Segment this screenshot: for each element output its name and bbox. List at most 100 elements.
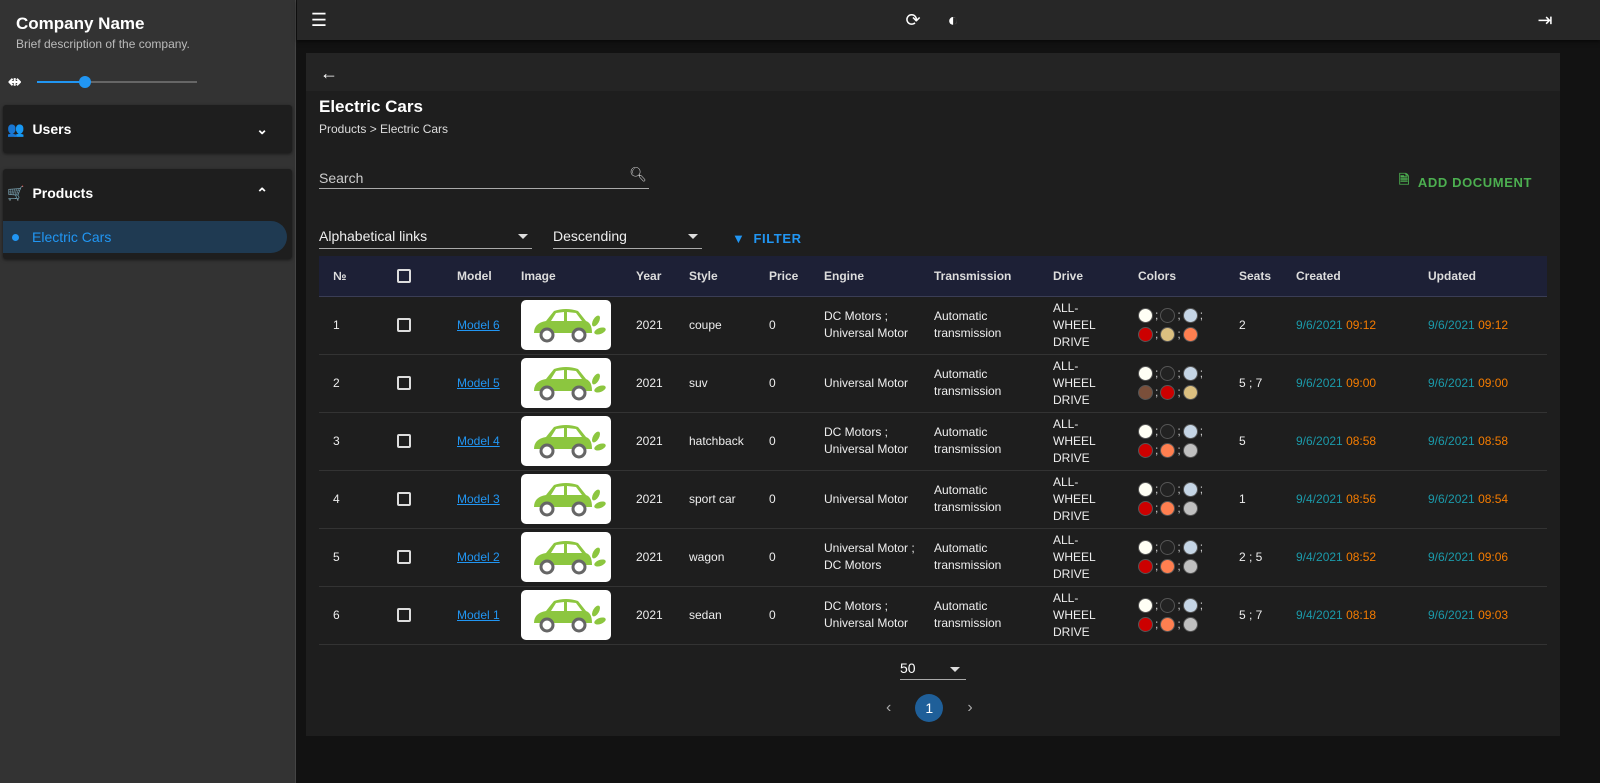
- search-input[interactable]: Search 🔍︎: [319, 166, 649, 189]
- updated-date: 9/6/2021: [1428, 433, 1475, 448]
- style-cell: wagon: [675, 528, 755, 587]
- created-time: 08:18: [1346, 607, 1377, 622]
- row-checkbox[interactable]: [397, 434, 411, 449]
- table-row[interactable]: 3 Model 4 2021 hatchback 0 DC Motors ; U…: [319, 412, 1547, 471]
- engine-cell: Universal Motor: [810, 354, 920, 413]
- table-row[interactable]: 6 Model 1 2021 sedan 0 DC Motors ; Unive…: [319, 586, 1547, 645]
- resize-icon: ⇹: [8, 74, 22, 91]
- brand: Company Name Brief description of the co…: [16, 14, 190, 51]
- sidebar-section-products[interactable]: 🛒 Products ⌃ Electric Cars: [3, 169, 292, 259]
- color-swatch: [1138, 424, 1153, 440]
- color-swatch: [1160, 385, 1176, 401]
- car-image: [521, 416, 611, 466]
- created-time: 08:52: [1346, 549, 1377, 564]
- model-link[interactable]: Model 2: [457, 550, 500, 564]
- sidebar-section-users[interactable]: 👥 Users ⌄: [3, 105, 292, 153]
- model-link[interactable]: Model 1: [457, 608, 500, 622]
- created-date: 9/4/2021: [1296, 491, 1343, 506]
- row-checkbox[interactable]: [397, 550, 411, 565]
- column-header: Created: [1296, 268, 1341, 283]
- model-link[interactable]: Model 4: [457, 434, 500, 448]
- add-document-button[interactable]: 🗎 ADD DOCUMENT: [1399, 171, 1532, 193]
- seats-cell: 1: [1225, 470, 1282, 529]
- style-cell: hatchback: [675, 412, 755, 471]
- slider-handle[interactable]: [79, 76, 92, 88]
- model-link[interactable]: Model 3: [457, 492, 500, 506]
- topbar: ☰ ⟳ ◐ ⇥: [297, 0, 1600, 40]
- logout-icon[interactable]: ⇥: [1535, 10, 1555, 30]
- chevron-down-icon[interactable]: ⌄: [256, 121, 268, 138]
- created-date: 9/6/2021: [1296, 375, 1343, 390]
- content-card: ← Electric Cars Products > Electric Cars…: [306, 53, 1560, 736]
- row-checkbox[interactable]: [397, 318, 411, 333]
- color-swatch: [1182, 559, 1198, 575]
- style-cell: suv: [675, 354, 755, 413]
- company-description: Brief description of the company.: [16, 37, 190, 51]
- drive-cell: ALL-WHEEL DRIVE: [1039, 354, 1124, 413]
- updated-cell: 9/6/2021 08:58: [1414, 412, 1547, 471]
- next-page-icon[interactable]: ›: [967, 699, 972, 717]
- updated-date: 9/6/2021: [1428, 549, 1475, 564]
- price-cell: 0: [755, 528, 810, 587]
- row-number: 6: [319, 586, 383, 645]
- filter-button[interactable]: ▼ FILTER: [732, 231, 802, 246]
- model-link[interactable]: Model 5: [457, 376, 500, 390]
- color-swatch: [1160, 327, 1176, 343]
- table-row[interactable]: 4 Model 3 2021 sport car 0 Universal Mot…: [319, 470, 1547, 529]
- color-swatch: [1160, 482, 1176, 498]
- color-swatch: [1160, 501, 1176, 517]
- sort-order-select[interactable]: Descending: [553, 228, 702, 249]
- row-checkbox[interactable]: [397, 492, 411, 507]
- color-swatch: [1182, 424, 1198, 440]
- color-swatch: [1182, 327, 1198, 343]
- dropdown-arrow-icon: [688, 234, 698, 239]
- pagination: ‹ 1 ›: [886, 694, 973, 722]
- updated-time: 09:12: [1478, 317, 1509, 332]
- prev-page-icon[interactable]: ‹: [886, 699, 891, 717]
- page-size-select[interactable]: 50: [900, 660, 966, 680]
- color-swatch: [1182, 482, 1198, 498]
- brightness-icon[interactable]: ◐: [943, 10, 963, 30]
- seats-cell: 5: [1225, 412, 1282, 471]
- chevron-up-icon[interactable]: ⌃: [256, 185, 268, 202]
- table-row[interactable]: 1 Model 6 2021 coupe 0 DC Motors ; Unive…: [319, 296, 1547, 355]
- car-icon: [534, 367, 606, 401]
- table-row[interactable]: 5 Model 2 2021 wagon 0 Universal Motor ;…: [319, 528, 1547, 587]
- car-icon: [534, 425, 606, 459]
- back-arrow-icon[interactable]: ←: [319, 63, 339, 83]
- row-checkbox[interactable]: [397, 608, 411, 623]
- sidebar: Company Name Brief description of the co…: [0, 0, 296, 783]
- column-header: Image: [521, 268, 556, 283]
- row-checkbox[interactable]: [397, 376, 411, 391]
- created-cell: 9/6/2021 08:58: [1282, 412, 1414, 471]
- updated-cell: 9/6/2021 09:00: [1414, 354, 1547, 413]
- search-icon[interactable]: 🔍︎: [629, 166, 647, 183]
- color-swatch: [1138, 501, 1153, 517]
- car-image: [521, 474, 611, 524]
- color-swatch: [1138, 308, 1153, 324]
- page-button[interactable]: 1: [915, 694, 944, 722]
- search-placeholder: Search: [319, 170, 364, 186]
- row-number: 1: [319, 296, 383, 355]
- column-header: Updated: [1428, 268, 1476, 283]
- refresh-icon[interactable]: ⟳: [903, 10, 923, 30]
- color-swatch: [1160, 559, 1176, 575]
- column-header: [383, 256, 443, 296]
- select-all-checkbox[interactable]: [397, 269, 411, 284]
- year-cell: 2021: [622, 354, 675, 413]
- column-header: Price: [769, 268, 799, 283]
- table-row[interactable]: 2 Model 5 2021 suv 0 Universal Motor Aut…: [319, 354, 1547, 413]
- color-swatch: [1182, 308, 1198, 324]
- engine-cell: Universal Motor: [810, 470, 920, 529]
- sidebar-item-electric-cars[interactable]: Electric Cars: [3, 221, 287, 253]
- car-image: [521, 300, 611, 350]
- style-cell: coupe: [675, 296, 755, 355]
- users-icon: 👥: [7, 120, 25, 137]
- menu-icon[interactable]: ☰: [309, 10, 329, 30]
- color-swatch: [1160, 598, 1176, 614]
- updated-time: 08:54: [1478, 491, 1509, 506]
- model-link[interactable]: Model 6: [457, 318, 500, 332]
- transmission-cell: Automatic transmission: [920, 412, 1039, 471]
- sort-field-select[interactable]: Alphabetical links: [319, 228, 532, 249]
- width-slider[interactable]: [37, 76, 198, 88]
